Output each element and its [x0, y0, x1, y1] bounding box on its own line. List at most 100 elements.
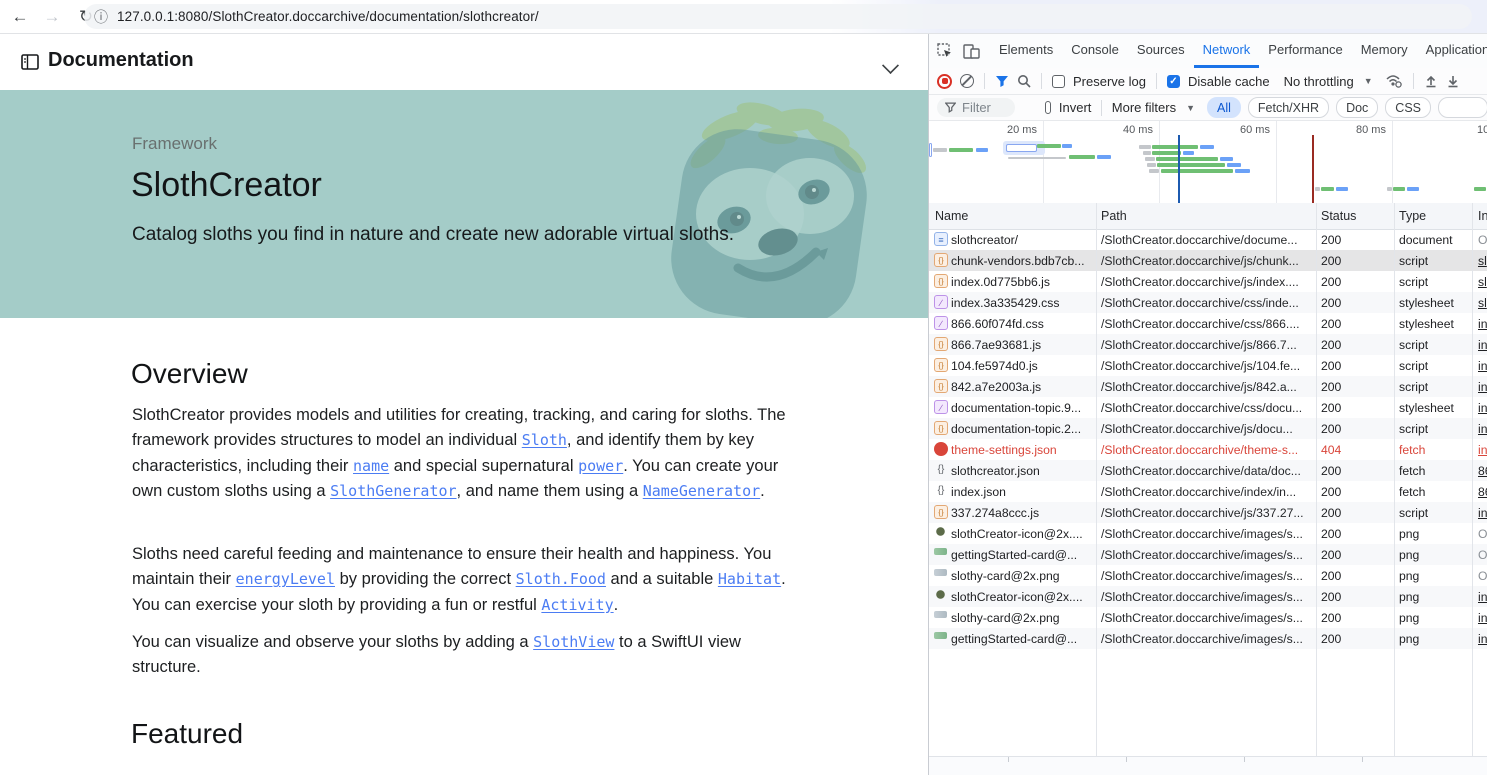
network-request-row[interactable]: {}index.0d775bb6.js/SlothCreator.doccarc…	[929, 271, 1487, 292]
tab-network[interactable]: Network	[1194, 34, 1260, 68]
request-initiator[interactable]: in	[1478, 338, 1487, 352]
throttling-dropdown-arrow[interactable]: ▼	[1364, 76, 1373, 86]
network-request-row[interactable]: ∕866.60f074fd.css/SlothCreator.doccarchi…	[929, 313, 1487, 334]
tab-elements[interactable]: Elements	[990, 34, 1062, 68]
device-toolbar-icon[interactable]	[963, 44, 980, 59]
doc-symbol-link[interactable]: SlothView	[533, 633, 614, 651]
network-request-row[interactable]: slothy-card@2x.png/SlothCreator.doccarch…	[929, 607, 1487, 628]
request-initiator[interactable]: in	[1478, 506, 1487, 520]
tab-sources[interactable]: Sources	[1128, 34, 1194, 68]
network-request-row[interactable]: {}index.json/SlothCreator.doccarchive/in…	[929, 481, 1487, 502]
doc-symbol-link[interactable]: Sloth	[522, 431, 567, 449]
more-filters-arrow[interactable]: ▼	[1186, 103, 1195, 113]
request-initiator[interactable]: 86	[1478, 464, 1487, 478]
network-request-row[interactable]: {}documentation-topic.2.../SlothCreator.…	[929, 418, 1487, 439]
request-initiator[interactable]: in	[1478, 422, 1487, 436]
preserve-log-checkbox[interactable]	[1052, 75, 1065, 88]
tab-application[interactable]: Application	[1417, 34, 1487, 68]
chevron-down-icon[interactable]	[882, 57, 899, 74]
chip-fetchxhr[interactable]: Fetch/XHR	[1248, 97, 1329, 118]
request-initiator[interactable]: in	[1478, 401, 1487, 415]
column-header-type[interactable]: Type	[1399, 209, 1426, 223]
request-initiator[interactable]: in	[1478, 632, 1487, 646]
network-request-row[interactable]: {}337.274a8ccc.js/SlothCreator.doccarchi…	[929, 502, 1487, 523]
request-initiator[interactable]: in	[1478, 590, 1487, 604]
request-initiator[interactable]: in	[1478, 317, 1487, 331]
tab-performance[interactable]: Performance	[1259, 34, 1351, 68]
request-name: slothy-card@2x.png	[951, 611, 1093, 625]
request-initiator[interactable]: in	[1478, 359, 1487, 373]
doc-symbol-link[interactable]: Activity	[541, 596, 613, 614]
back-button[interactable]: ←	[8, 5, 32, 29]
page-info-icon[interactable]: ⓘ	[94, 7, 108, 27]
framework-tagline: Catalog sloths you find in nature and cr…	[132, 220, 760, 250]
network-request-row[interactable]: {}866.7ae93681.js/SlothCreator.doccarchi…	[929, 334, 1487, 355]
network-request-row[interactable]: ∕documentation-topic.9.../SlothCreator.d…	[929, 397, 1487, 418]
network-request-row[interactable]: {}slothcreator.json/SlothCreator.doccarc…	[929, 460, 1487, 481]
request-initiator[interactable]: in	[1478, 443, 1487, 457]
sidebar-toggle-icon[interactable]	[21, 54, 39, 70]
disable-cache-checkbox[interactable]: ✓	[1167, 75, 1180, 88]
network-request-row[interactable]: {}842.a7e2003a.js/SlothCreator.doccarchi…	[929, 376, 1487, 397]
network-request-row[interactable]: ∕index.3a335429.css/SlothCreator.doccarc…	[929, 292, 1487, 313]
network-request-row[interactable]: slothy-card@2x.png/SlothCreator.doccarch…	[929, 565, 1487, 586]
doc-symbol-link[interactable]: power	[578, 457, 623, 475]
image-thumb-green	[934, 548, 947, 555]
more-filters-button[interactable]: More filters	[1112, 100, 1176, 115]
request-initiator[interactable]: in	[1478, 380, 1487, 394]
invert-label[interactable]: Invert	[1059, 100, 1092, 115]
column-divider[interactable]	[1316, 203, 1317, 756]
chip-all[interactable]: All	[1207, 97, 1241, 118]
column-header-in[interactable]: In	[1478, 209, 1487, 223]
network-request-row[interactable]: {}104.fe5974d0.js/SlothCreator.doccarchi…	[929, 355, 1487, 376]
chip-doc[interactable]: Doc	[1336, 97, 1378, 118]
record-network-log-icon[interactable]	[937, 74, 952, 89]
doc-symbol-link[interactable]: Sloth.Food	[516, 570, 606, 588]
network-overview-waterfall[interactable]: 20 ms40 ms60 ms80 ms10	[929, 121, 1487, 204]
tab-memory[interactable]: Memory	[1352, 34, 1417, 68]
invert-checkbox[interactable]	[1045, 101, 1051, 114]
doc-symbol-link[interactable]: SlothGenerator	[330, 482, 456, 500]
filter-funnel-icon[interactable]	[995, 75, 1009, 88]
doc-symbol-link[interactable]: energyLevel	[236, 570, 335, 588]
network-request-row[interactable]: {}chunk-vendors.bdb7cb.../SlothCreator.d…	[929, 250, 1487, 271]
network-request-row[interactable]: gettingStarted-card@.../SlothCreator.doc…	[929, 544, 1487, 565]
request-initiator[interactable]: in	[1478, 611, 1487, 625]
forward-button[interactable]: →	[40, 5, 64, 29]
doc-symbol-link[interactable]: NameGenerator	[643, 482, 760, 500]
network-request-row[interactable]: ≡slothcreator//SlothCreator.doccarchive/…	[929, 229, 1487, 250]
request-initiator[interactable]: sl	[1478, 275, 1487, 289]
image-thumb-dark	[934, 527, 947, 537]
network-request-row[interactable]: slothCreator-icon@2x..../SlothCreator.do…	[929, 586, 1487, 607]
network-request-row[interactable]: gettingStarted-card@.../SlothCreator.doc…	[929, 628, 1487, 649]
column-header-path[interactable]: Path	[1101, 209, 1127, 223]
column-header-name[interactable]: Name	[935, 209, 968, 223]
column-header-status[interactable]: Status	[1321, 209, 1356, 223]
tab-console[interactable]: Console	[1062, 34, 1128, 68]
import-har-icon[interactable]	[1424, 74, 1438, 88]
network-conditions-icon[interactable]	[1385, 74, 1403, 88]
chip-css[interactable]: CSS	[1385, 97, 1431, 118]
url-text[interactable]: 127.0.0.1:8080/SlothCreator.doccarchive/…	[117, 9, 539, 24]
clear-network-log-icon[interactable]	[960, 74, 974, 88]
filter-input[interactable]: Filter	[937, 98, 1015, 117]
request-initiator[interactable]: 86	[1478, 485, 1487, 499]
doc-symbol-link[interactable]: name	[353, 457, 389, 475]
export-har-icon[interactable]	[1446, 74, 1460, 88]
chip-clipped[interactable]	[1438, 97, 1487, 118]
request-initiator[interactable]: sl	[1478, 254, 1487, 268]
disable-cache-label[interactable]: Disable cache	[1188, 74, 1270, 89]
network-request-row[interactable]: slothCreator-icon@2x..../SlothCreator.do…	[929, 523, 1487, 544]
column-divider[interactable]	[1096, 203, 1097, 756]
request-initiator: Ot	[1478, 233, 1487, 247]
request-initiator[interactable]: sl	[1478, 296, 1487, 310]
doc-symbol-link[interactable]: Habitat	[718, 570, 781, 588]
preserve-log-label[interactable]: Preserve log	[1073, 74, 1146, 89]
address-bar[interactable]: ⓘ 127.0.0.1:8080/SlothCreator.doccarchiv…	[84, 4, 1472, 29]
search-icon[interactable]	[1017, 74, 1031, 88]
column-divider[interactable]	[1472, 203, 1473, 756]
inspect-element-icon[interactable]	[937, 43, 953, 59]
network-request-row[interactable]: ✕theme-settings.json/SlothCreator.doccar…	[929, 439, 1487, 460]
throttling-select[interactable]: No throttling	[1284, 74, 1354, 89]
column-divider[interactable]	[1394, 203, 1395, 756]
